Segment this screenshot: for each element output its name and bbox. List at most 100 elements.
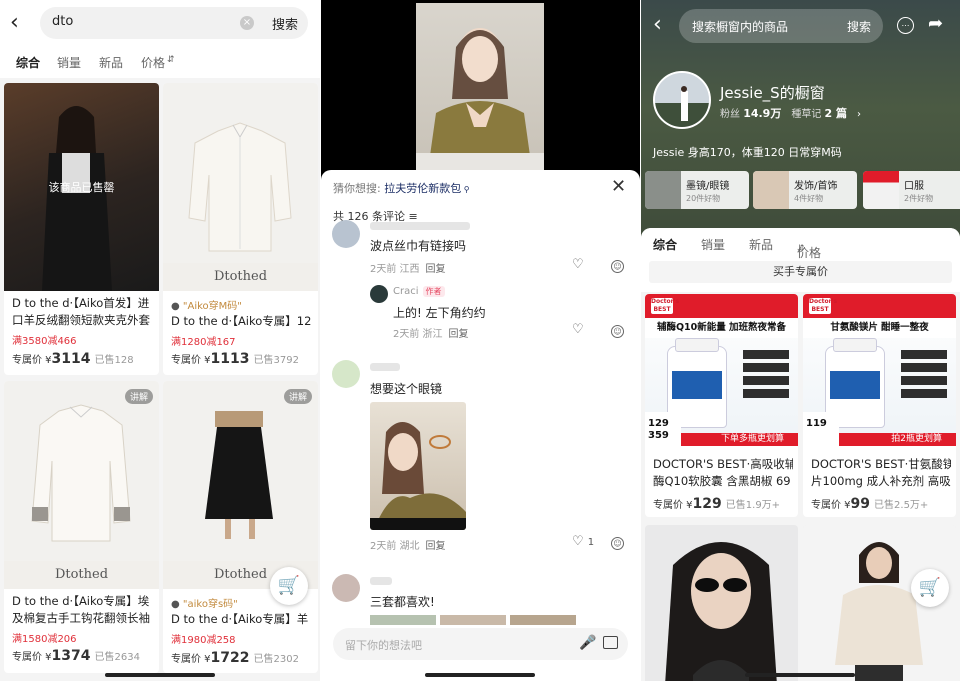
product-title: D to the d·【Aiko专属】埃 [12,594,150,608]
chat-icon[interactable]: … [897,17,914,34]
category-count: 2件好物 [904,194,934,203]
comment-time: 2天前 湖北 [370,541,420,552]
sort-icon: ⇵ [797,244,805,254]
reply-button[interactable]: 回复 [426,264,446,275]
comment-time: 2天前 江西 [370,264,420,275]
search-button[interactable]: 搜索 [847,18,871,35]
search-input[interactable]: dto × 搜索 [40,7,308,39]
search-button[interactable]: 搜索 [272,14,298,33]
avatar[interactable] [332,360,360,388]
like-icon[interactable]: ♡ 1 [572,534,594,549]
price-label: 专属价 ¥ [12,652,52,663]
price: 专属价 ¥1113 已售3792 [171,351,299,367]
emoji-icon[interactable]: ☺ [611,260,624,273]
tab-comprehensive[interactable]: 综合 [653,236,677,253]
price: 专属价 ¥129 已售1.9万+ [653,496,780,512]
avatar[interactable] [332,220,360,248]
emoji-icon[interactable]: ☺ [611,325,624,338]
comment-input[interactable]: 留下你的想法吧 🎤 [333,628,628,660]
comment-placeholder: 留下你的想法吧 [345,639,422,652]
category-oral[interactable]: 口服 2件好物 [863,171,960,209]
product-card[interactable]: Doctor's BEST 辅酶Q10新能量 加班熬夜常备 下单多瓶更划算 129… [645,294,798,517]
back-arrow-icon[interactable]: ‹ [653,14,662,36]
product-card[interactable]: Dtothed ● "Aiko穿M码" D to the d·【Aiko专属】1… [163,83,318,375]
product-card[interactable]: 该商品已售罄 D to the d·【Aiko首发】进 口羊反绒翻领短款夹克外套… [4,83,159,375]
tag-text: "Aiko穿M码" [182,301,242,312]
video-preview[interactable] [416,3,544,170]
price-label: 专属价 ¥ [171,355,211,366]
comment-meta: 2天前 浙江 回复 [393,325,469,340]
reply-button[interactable]: 回复 [449,329,469,340]
product-card[interactable] [645,525,798,681]
notes-label[interactable]: 種草记 [791,109,821,120]
tag-text: "aiko穿s码" [182,599,238,610]
feature [743,363,789,372]
promo-tag: ● "Aiko穿M码" [171,297,242,312]
shop-header: ‹ 搜索橱窗内的商品 搜索 … ➦ Jessie_S的橱窗 粉丝 14.9万 種草… [641,0,960,240]
promo-price-big: 129 [648,418,669,429]
category-accessories[interactable]: 发饰/首饰 4件好物 [753,171,857,209]
category-sunglasses[interactable]: 墨镜/眼镜 20件好物 [645,171,749,209]
emoji-icon[interactable]: ☺ [611,537,624,550]
comments-panel: 猜你想搜: 拉夫劳伦新款包 ⚲ ✕ 共 126 条评论 ≡ 波点丝巾有链接吗 2… [321,0,640,681]
thumbnail[interactable] [370,615,436,625]
product-card[interactable]: 讲解 Dtothed D to the d·【Aiko专属】埃 及棉复古手工钩花… [4,381,159,673]
product-image: 讲解 Dtothed [4,381,159,589]
product-title: DOCTOR'S BEST·高吸收辅 [653,457,793,471]
category-thumbnail [645,171,681,209]
home-indicator [105,673,215,677]
product-card[interactable]: 🛒 [803,525,956,681]
sort-tabs: 综合 销量 新品 价格 ⇵ 买手专属价 [641,228,960,292]
tab-sales[interactable]: 销量 [701,236,725,253]
filter-comprehensive[interactable]: 综合 [16,54,40,71]
shop-search-input[interactable]: 搜索橱窗内的商品 搜索 [679,9,883,43]
product-title: DOCTOR'S BEST·甘氨酸镁 [811,457,951,471]
product-title: D to the d·【Aiko首发】进 [12,296,150,310]
tab-new[interactable]: 新品 [749,236,773,253]
bottle-cap [833,338,877,352]
image-icon[interactable] [603,636,618,649]
thumbnail[interactable] [510,615,576,625]
shop-avatar[interactable] [653,71,711,129]
home-indicator [425,673,535,677]
product-title-line2: 及棉复古手工钩花翻领长袖 [12,611,150,625]
price: 专属价 ¥1374 已售2634 [12,648,140,664]
price-label: 专属价 ¥ [171,654,211,665]
sold-count: 已售2.5万+ [874,500,929,511]
like-icon[interactable]: ♡ [572,322,584,337]
sold-count: 已售128 [94,355,134,366]
product-card[interactable]: 讲解 Dtothed ● "aiko穿s码" D to the d·【Aiko专… [163,381,318,673]
price-value: 1722 [210,650,250,666]
thumbnail[interactable] [440,615,506,625]
filter-new[interactable]: 新品 [99,54,123,71]
chevron-right-icon[interactable]: › [857,109,861,120]
like-icon[interactable]: ♡ [572,257,584,272]
share-icon[interactable]: ➦ [928,13,943,34]
comment-images-strip [370,615,590,625]
fans-label: 粉丝 [720,109,740,120]
bottle-label [672,371,722,399]
exclusive-price-filter[interactable]: 买手专属价 [649,261,952,283]
selfie-image [370,422,466,530]
cart-icon[interactable]: 🛒 [270,567,308,605]
comment-image[interactable] [370,402,466,530]
search-suggestion[interactable]: 猜你想搜: 拉夫劳伦新款包 ⚲ [333,180,470,196]
close-icon[interactable]: ✕ [611,176,626,197]
category-count: 4件好物 [794,194,824,203]
blurred-username [370,577,392,585]
reply-button[interactable]: 回复 [426,541,446,552]
back-arrow-icon[interactable]: ‹ [10,12,19,34]
cart-icon[interactable]: 🛒 [911,569,949,607]
comment-sheet: 猜你想搜: 拉夫劳伦新款包 ⚲ ✕ 共 126 条评论 ≡ 波点丝巾有链接吗 2… [321,170,640,681]
category-thumbnail [863,171,899,209]
microphone-icon[interactable]: 🎤 [579,635,596,651]
product-card[interactable]: Doctor's BEST 甘氨酸镁片 酣睡一整夜 拍2瓶更划算 119 DOCT… [803,294,956,517]
search-query: dto [52,14,74,29]
filter-sales[interactable]: 销量 [57,54,81,71]
price: 专属价 ¥3114 已售128 [12,351,134,367]
clear-icon[interactable]: × [240,16,254,30]
notes-count[interactable]: 2 篇 [825,107,847,120]
shop-products: 综合 销量 新品 价格 ⇵ 买手专属价 Doctor's BEST 辅酶Q10新能… [641,228,960,681]
avatar[interactable] [370,285,388,303]
avatar[interactable] [332,574,360,602]
